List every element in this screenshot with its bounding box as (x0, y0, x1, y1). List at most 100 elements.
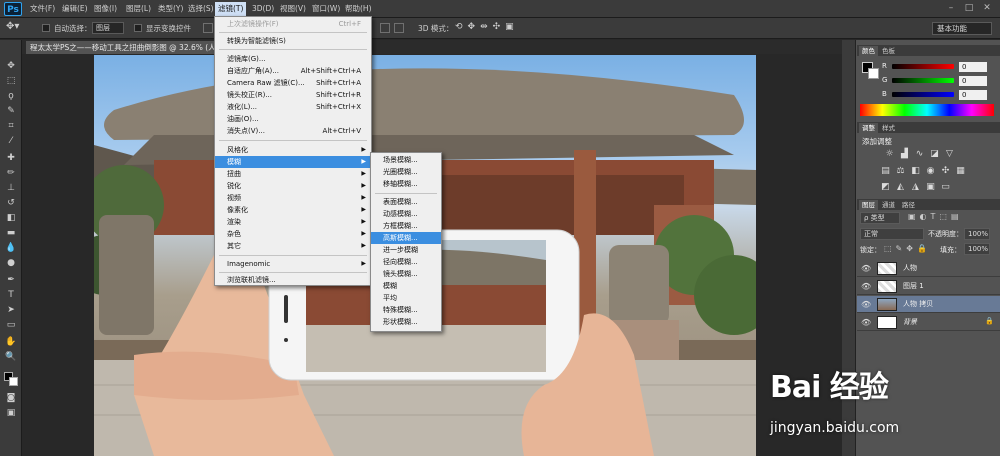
opacity-input[interactable]: 100% (964, 228, 990, 240)
selective-color-icon[interactable]: ▣ (925, 182, 936, 193)
menu-item-noise[interactable]: 杂色 ▶ (215, 228, 371, 240)
quick-select-tool-icon[interactable]: ✎ (4, 105, 18, 117)
color-lookup-icon[interactable]: ▦ (955, 166, 966, 177)
auto-select-dropdown[interactable]: 图层 (92, 22, 124, 34)
menu-image[interactable]: 图像(I) (91, 3, 120, 15)
menu-item-lens-correction[interactable]: 镜头校正(R)... Shift+Ctrl+R (215, 89, 371, 101)
tab-paths[interactable]: 路径 (899, 200, 918, 210)
color-balance-icon[interactable]: ⚖ (895, 166, 906, 177)
dodge-tool-icon[interactable]: ● (4, 257, 18, 269)
pen-tool-icon[interactable]: ✒ (4, 274, 18, 286)
menu-help[interactable]: 帮助(H) (342, 3, 375, 15)
menu-item-browse-online-filters[interactable]: 浏览联机滤镜... (215, 274, 371, 286)
submenu-item-gaussian-blur[interactable]: 高斯模糊... (371, 232, 441, 244)
distribute-top-icon[interactable] (380, 23, 390, 33)
submenu-item-surface-blur[interactable]: 表面模糊... (371, 196, 441, 208)
blur-tool-icon[interactable]: 💧 (4, 242, 18, 254)
menu-filter[interactable]: 滤镜(T) (215, 2, 247, 16)
submenu-item-smart-blur[interactable]: 特殊模糊... (371, 304, 441, 316)
g-slider[interactable] (892, 78, 954, 83)
menu-file[interactable]: 文件(F) (27, 3, 58, 15)
background-color-swatch[interactable] (868, 68, 879, 79)
move-tool-icon[interactable]: ✥▾ (6, 21, 19, 32)
submenu-item-field-blur[interactable]: 场景模糊... (371, 154, 441, 166)
menu-item-liquify[interactable]: 液化(L)... Shift+Ctrl+X (215, 101, 371, 113)
tab-channels[interactable]: 通道 (879, 200, 898, 210)
shape-tool-icon[interactable]: ▭ (4, 319, 18, 331)
menu-item-imagenomic[interactable]: Imagenomic ▶ (215, 258, 371, 270)
workspace-dropdown[interactable]: 基本功能 (932, 22, 992, 35)
submenu-item-lens-blur[interactable]: 镜头模糊... (371, 268, 441, 280)
3d-mode-icons[interactable]: ⟲✥⇹✣▣ (455, 22, 519, 32)
submenu-item-box-blur[interactable]: 方框模糊... (371, 220, 441, 232)
layer-row[interactable]: 👁 人物 拷贝 (857, 296, 1000, 313)
menu-item-stylize[interactable]: 风格化 ▶ (215, 144, 371, 156)
g-value[interactable]: 0 (959, 76, 987, 86)
clone-stamp-tool-icon[interactable]: ⊥ (4, 182, 18, 194)
menu-3d[interactable]: 3D(D) (249, 3, 277, 15)
distribute-vcenter-icon[interactable] (394, 23, 404, 33)
posterize-icon[interactable]: ◭ (895, 182, 906, 193)
layer-row[interactable]: 👁 人物 (857, 260, 1000, 277)
hand-tool-icon[interactable]: ✋ (4, 336, 18, 348)
tab-adjustments[interactable]: 调整 (859, 123, 878, 133)
layer-kind-filter[interactable]: ρ 类型 (860, 212, 900, 224)
menu-window[interactable]: 窗口(W) (309, 3, 343, 15)
brightness-icon[interactable]: ☼ (884, 149, 895, 160)
eye-icon[interactable]: 👁 (861, 300, 871, 309)
quick-mask-icon[interactable]: ◙ (4, 392, 18, 404)
menu-item-convert-smart-filter[interactable]: 转换为智能滤镜(S) (215, 35, 371, 47)
black-white-icon[interactable]: ◧ (910, 166, 921, 177)
tab-layers[interactable]: 图层 (859, 200, 878, 210)
minimize-icon[interactable]: – (944, 2, 958, 14)
move-tool-icon[interactable]: ✥ (4, 60, 18, 72)
show-transform-checkbox[interactable] (134, 24, 142, 32)
submenu-item-iris-blur[interactable]: 光圈模糊... (371, 166, 441, 178)
menu-item-filter-gallery[interactable]: 滤镜库(G)... (215, 53, 371, 65)
menu-item-other[interactable]: 其它 ▶ (215, 240, 371, 252)
photo-filter-icon[interactable]: ◉ (925, 166, 936, 177)
menu-item-camera-raw[interactable]: Camera Raw 滤镜(C)... Shift+Ctrl+A (215, 77, 371, 89)
menu-item-distort[interactable]: 扭曲 ▶ (215, 168, 371, 180)
submenu-item-blur-more[interactable]: 进一步模糊 (371, 244, 441, 256)
menu-view[interactable]: 视图(V) (277, 3, 309, 15)
menu-type[interactable]: 类型(Y) (155, 3, 186, 15)
screen-mode-icon[interactable]: ▣ (4, 407, 18, 419)
hue-saturation-icon[interactable]: ▤ (880, 166, 891, 177)
menu-select[interactable]: 选择(S) (185, 3, 217, 15)
menu-edit[interactable]: 编辑(E) (59, 3, 91, 15)
auto-select-checkbox[interactable] (42, 24, 50, 32)
eye-icon[interactable]: 👁 (861, 282, 871, 291)
marquee-tool-icon[interactable]: ⬚ (4, 75, 18, 87)
layer-filter-icons[interactable]: ▣◐T⬚▤ (908, 212, 963, 221)
path-selection-tool-icon[interactable]: ➤ (4, 304, 18, 316)
gradient-map-icon[interactable]: ▭ (940, 182, 951, 193)
submenu-item-average[interactable]: 平均 (371, 292, 441, 304)
levels-icon[interactable]: ▟ (899, 149, 910, 160)
threshold-icon[interactable]: ◮ (910, 182, 921, 193)
menu-item-adaptive-wide-angle[interactable]: 自适应广角(A)... Alt+Shift+Ctrl+A (215, 65, 371, 77)
zoom-tool-icon[interactable]: 🔍 (4, 351, 18, 363)
crop-tool-icon[interactable]: ⌗ (4, 120, 18, 132)
lock-icons[interactable]: ⬚✎✥🔒 (884, 244, 931, 253)
gradient-tool-icon[interactable]: ▬ (4, 227, 18, 239)
maximize-icon[interactable]: □ (962, 2, 976, 14)
menu-item-render[interactable]: 渲染 ▶ (215, 216, 371, 228)
background-color-swatch[interactable] (9, 377, 18, 386)
submenu-item-shape-blur[interactable]: 形状模糊... (371, 316, 441, 328)
color-spectrum[interactable] (860, 104, 994, 116)
channel-mixer-icon[interactable]: ✣ (940, 166, 951, 177)
tab-color[interactable]: 颜色 (859, 46, 878, 56)
layer-row[interactable]: 👁 图层 1 (857, 278, 1000, 295)
eyedropper-tool-icon[interactable]: ⁄ (4, 135, 18, 147)
submenu-item-motion-blur[interactable]: 动感模糊... (371, 208, 441, 220)
history-brush-tool-icon[interactable]: ↺ (4, 197, 18, 209)
exposure-icon[interactable]: ◪ (929, 149, 940, 160)
menu-item-vanishing-point[interactable]: 消失点(V)... Alt+Ctrl+V (215, 125, 371, 137)
b-value[interactable]: 0 (959, 90, 987, 100)
tab-styles[interactable]: 样式 (879, 123, 898, 133)
menu-item-blur[interactable]: 模糊 ▶ (215, 156, 371, 168)
type-tool-icon[interactable]: T (4, 289, 18, 301)
eye-icon[interactable]: 👁 (861, 318, 871, 327)
submenu-item-radial-blur[interactable]: 径向模糊... (371, 256, 441, 268)
